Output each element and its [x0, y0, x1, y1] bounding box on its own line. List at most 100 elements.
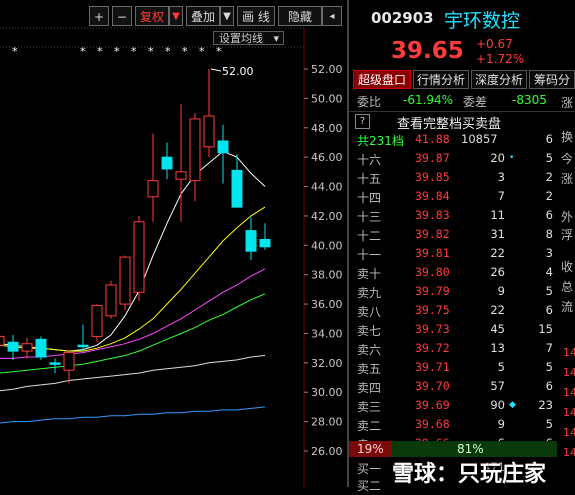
adjust-rights-button[interactable]: 复权: [135, 6, 169, 26]
ask-volume: 31: [490, 227, 505, 241]
candle-body: [105, 284, 117, 317]
ask-price: 39.68: [415, 417, 450, 431]
sell-ratio: 19%: [357, 442, 384, 456]
y-axis-tick-label: 46.00: [311, 151, 343, 164]
ask-volume: 26: [490, 265, 505, 279]
zoom-out-button[interactable]: −: [112, 6, 132, 26]
y-axis-tick-label: 38.00: [311, 269, 343, 282]
ask-row: 十四 39.84 7 2: [349, 188, 575, 207]
ask-level: 卖九: [357, 286, 382, 300]
kline-chart-pane[interactable]: * * * * * * * * * * 52.00 50.00 48.00 46.00 44.00 42.00…: [0, 0, 347, 487]
ask-marker-icon: ◆: [509, 400, 516, 410]
ask-extra: 4: [545, 265, 553, 279]
ask-volume: 90: [490, 398, 505, 412]
edge-label: 外: [561, 210, 574, 224]
edge-price: 14: [563, 386, 575, 399]
y-axis-tick-label: 30.00: [311, 386, 343, 399]
candle-body: [175, 171, 187, 180]
ask-volume: 22: [490, 303, 505, 317]
ask-extra: 5: [545, 360, 553, 374]
ask-marker-icon: •: [509, 153, 515, 163]
ask-row: 卖七 39.73 45 15: [349, 321, 575, 340]
edge-label: 流: [561, 300, 574, 314]
ask-price: 39.79: [415, 284, 450, 298]
ask-level: 卖八: [357, 305, 382, 319]
moving-average-line: [0, 206, 266, 352]
candle-body: [203, 115, 215, 148]
ask-level: 卖十: [357, 267, 382, 281]
ask-price: 39.85: [415, 170, 450, 184]
draw-line-button[interactable]: 画 线: [237, 6, 275, 26]
candle-body: [63, 352, 75, 371]
tab-deep-analysis[interactable]: 深度分析: [471, 70, 527, 89]
candle-body: [77, 344, 89, 348]
watermark-text: 雪球：只玩庄家: [392, 462, 547, 487]
event-star-marker: *: [148, 45, 154, 58]
y-axis-tick-label: 42.00: [311, 210, 343, 223]
candle-body: [91, 305, 103, 337]
ask-price: 39.72: [415, 341, 450, 355]
ask-extra: 8: [545, 227, 553, 241]
ask-volume: 22: [490, 246, 505, 260]
overlay-dropdown-icon[interactable]: ▼: [220, 6, 234, 26]
event-star-marker: *: [165, 45, 171, 58]
ask-volume: 20: [490, 151, 505, 165]
candle-body: [147, 180, 159, 198]
ask-extra: 5: [545, 151, 553, 165]
ask-volume: 7: [497, 189, 505, 203]
ask-price: 39.83: [415, 208, 450, 222]
ask-volume: 45: [490, 322, 505, 336]
edge-price: 14: [563, 366, 575, 379]
moving-average-line: [0, 150, 266, 352]
event-star-marker: *: [97, 45, 103, 58]
kline-chart[interactable]: * * * * * * * * * *52.0050.0048.0046.0044.0042.00…: [0, 0, 347, 487]
ask-price: 39.87: [415, 151, 450, 165]
buy-sell-ratio-bar: 19% 81%: [349, 441, 575, 457]
ask-level: 十五: [357, 172, 382, 186]
event-star-marker: *: [80, 45, 86, 58]
ma-settings-dropdown[interactable]: 设置均线 ▾: [213, 31, 284, 45]
tab-market-analysis[interactable]: 行情分析: [413, 70, 469, 89]
zoom-in-button[interactable]: +: [89, 6, 109, 26]
ask-row: 卖二 39.68 9 5: [349, 416, 575, 435]
edge-label: 浮: [561, 228, 574, 242]
total-price: 41.88: [415, 132, 450, 146]
edge-label: 收: [561, 260, 574, 274]
quote-panel: 002903 宇环数控 39.65 +0.67 +1.72% 超级盘口 行情分析…: [349, 0, 575, 493]
ask-row: 卖六 39.72 13 7: [349, 340, 575, 359]
ask-level: 十一: [357, 248, 382, 262]
candle-body: [0, 335, 5, 346]
edge-label: 总: [561, 280, 574, 294]
edge-label: 换: [561, 130, 574, 144]
tab-super-orderbook[interactable]: 超级盘口: [353, 70, 411, 89]
chevron-down-icon: ▾: [273, 32, 279, 45]
ask-level: 卖四: [357, 381, 382, 395]
y-axis-tick-label: 44.00: [311, 181, 343, 194]
candle-body: [217, 140, 229, 154]
y-axis-tick-label: 34.00: [311, 327, 343, 340]
help-icon[interactable]: ?: [355, 114, 370, 129]
ask-row: 十三 39.83 11 6: [349, 207, 575, 226]
overlay-button[interactable]: 叠加: [186, 6, 220, 26]
tab-chip-distribution[interactable]: 筹码分: [529, 70, 575, 89]
edge-price: 14: [563, 406, 575, 419]
stock-code: 002903: [371, 9, 434, 27]
edge-label: 涨: [561, 96, 574, 110]
edge-price: 14: [563, 426, 575, 439]
full-orderbook-link[interactable]: 查看完整档买卖盘: [397, 113, 501, 132]
ask-level: 卖七: [357, 324, 382, 338]
stock-name: 宇环数控: [444, 10, 521, 32]
adjust-rights-dropdown-icon[interactable]: ▼: [169, 6, 183, 26]
ask-price: 39.71: [415, 360, 450, 374]
collapse-arrow-icon[interactable]: ◂: [322, 6, 342, 26]
event-star-marker: *: [131, 45, 137, 58]
edge-price: 14: [563, 346, 575, 359]
ask-row: 卖九 39.79 9 5: [349, 283, 575, 302]
y-axis-tick-label: 52.00: [311, 63, 343, 76]
ask-extra: 15: [538, 322, 553, 336]
hide-button[interactable]: 隐藏: [278, 6, 322, 26]
ask-level: 十三: [357, 210, 382, 224]
ask-extra: 7: [545, 341, 553, 355]
y-axis-tick-label: 48.00: [311, 122, 343, 135]
weicha-label: 委差: [463, 95, 488, 109]
